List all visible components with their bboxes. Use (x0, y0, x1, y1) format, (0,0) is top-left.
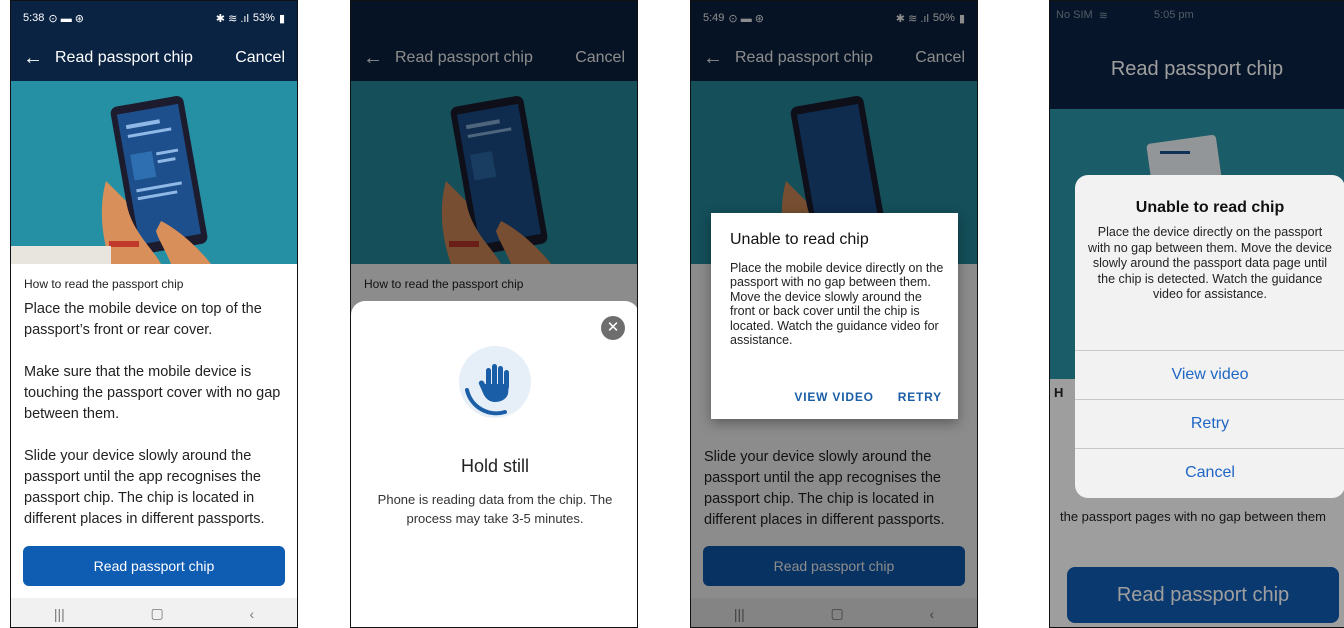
arrow-left-icon[interactable]: ← (11, 47, 55, 70)
back-nav-icon[interactable]: ‹ (249, 606, 254, 622)
hand-icon (459, 346, 531, 418)
view-video-button[interactable]: VIEW VIDEO (794, 390, 873, 404)
status-time: 5:38 (23, 12, 45, 24)
phone-screen-ios-error: No SIM ≋ 5:05 pm Read passport chip H th… (1049, 0, 1344, 628)
instructions: How to read the passport chip Place the … (24, 277, 286, 551)
instruction-paragraph: Make sure that the mobile device is touc… (24, 364, 281, 422)
notification-icons: ⊙ ▬ ⊛ (48, 12, 84, 25)
signal-icons: ✱ ≋ .ıl (215, 12, 249, 25)
dialog-actions: VIEW VIDEO RETRY (794, 390, 942, 404)
retry-button[interactable]: RETRY (898, 390, 942, 404)
view-video-button[interactable]: View video (1075, 350, 1344, 398)
app-header: ← Read passport chip Cancel (11, 35, 297, 81)
cancel-link[interactable]: Cancel (235, 49, 297, 67)
cancel-button[interactable]: Cancel (1075, 448, 1344, 496)
retry-button[interactable]: Retry (1075, 399, 1344, 447)
alert-message: Place the device directly on the passpor… (1088, 225, 1332, 302)
phone-screen-instructions: 5:38 ⊙ ▬ ⊛ ✱ ≋ .ıl 53% ▮ ← Read passport… (10, 0, 298, 628)
sheet-title: Hold still (460, 456, 530, 476)
read-passport-chip-button[interactable]: Read passport chip (23, 546, 285, 586)
android-nav-bar: ||| ▢ ‹ (11, 598, 297, 627)
dialog-title: Unable to read chip (730, 231, 869, 248)
hold-still-sheet: ✕ Hold still Phone is reading data from … (351, 301, 637, 627)
error-alert: Unable to read chip Place the device dir… (1075, 175, 1344, 498)
recents-icon[interactable]: ||| (54, 606, 65, 622)
instruction-paragraph: Place the mobile device on top of the pa… (24, 301, 262, 338)
dialog-message: Place the mobile device directly on the … (730, 261, 944, 348)
battery-level: 53% (252, 12, 275, 24)
page-title: Read passport chip (55, 49, 193, 66)
status-bar: 5:38 ⊙ ▬ ⊛ ✱ ≋ .ıl 53% ▮ (11, 1, 297, 35)
error-dialog: Unable to read chip Place the mobile dev… (711, 213, 958, 419)
home-icon[interactable]: ▢ (151, 605, 164, 622)
close-circle-icon[interactable]: ✕ (601, 316, 625, 340)
phone-screen-hold-still: ← Read passport chip Cancel How to read … (350, 0, 638, 628)
instruction-paragraph: Slide your device slowly around the pass… (24, 448, 265, 527)
battery-icon: ▮ (278, 12, 285, 25)
passport-phone-illustration (11, 81, 297, 264)
instructions-heading: How to read the passport chip (24, 277, 184, 291)
alert-title: Unable to read chip (1135, 199, 1285, 216)
sheet-message: Phone is reading data from the chip. The… (377, 492, 613, 526)
phone-screen-android-error: 5:49 ⊙ ▬ ⊛ ✱ ≋ .ıl 50% ▮ ← Read passport… (690, 0, 978, 628)
